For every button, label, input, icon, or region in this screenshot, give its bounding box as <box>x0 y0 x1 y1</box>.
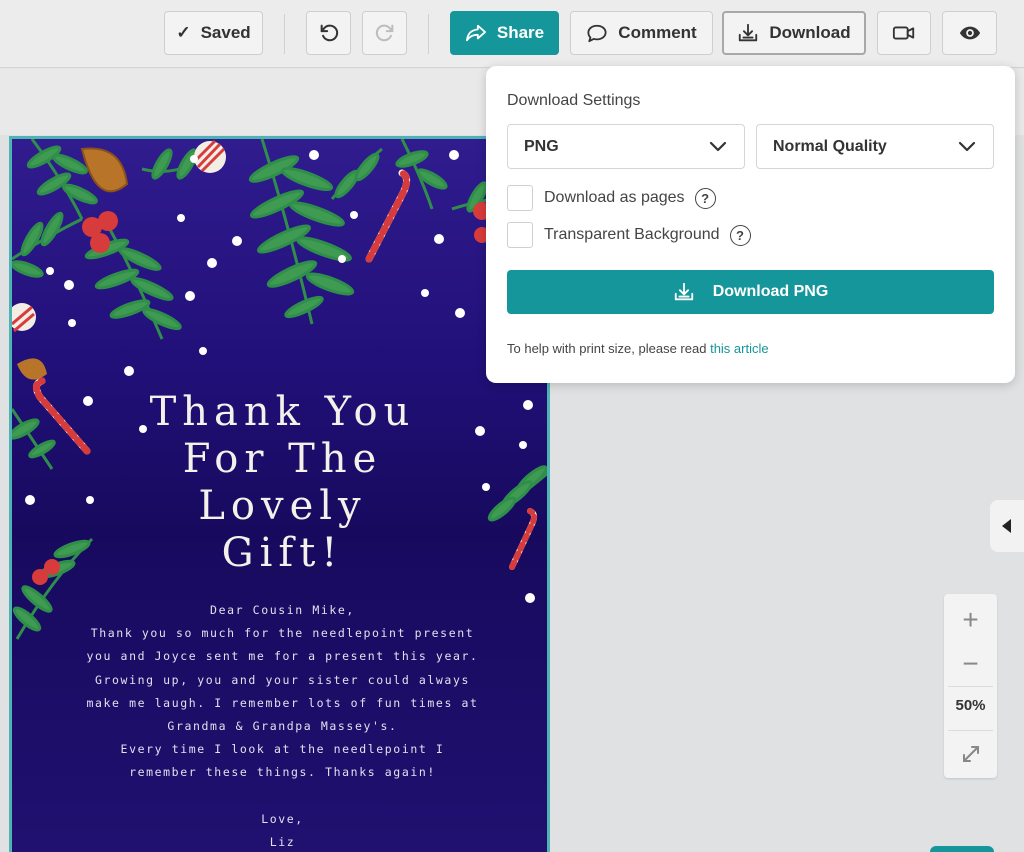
zoom-level[interactable]: 50% <box>944 688 997 722</box>
quality-value: Normal Quality <box>773 137 887 155</box>
comment-label: Comment <box>618 23 697 42</box>
eye-icon <box>959 26 980 40</box>
expand-icon <box>962 746 979 762</box>
card-title-line: Lovely <box>198 483 367 529</box>
card-message: Dear Cousin Mike, Thank you so much for … <box>12 599 547 852</box>
collapse-panel-tab[interactable] <box>990 500 1024 552</box>
transparent-background-checkbox[interactable] <box>507 222 533 248</box>
card-message-line: Dear Cousin Mike, <box>210 603 355 617</box>
card-message-line: Every time I look at the needlepoint I <box>120 742 445 757</box>
saved-button[interactable]: ✓ Saved <box>164 11 263 55</box>
zoom-out-button[interactable]: − <box>944 644 997 684</box>
card-message-line: Growing up, you and your sister could al… <box>94 672 471 687</box>
share-button[interactable]: Share <box>450 11 559 55</box>
download-settings-panel: Download Settings PNG Normal Quality Dow… <box>486 66 1015 383</box>
record-video-button[interactable] <box>877 11 931 55</box>
share-icon <box>465 24 486 42</box>
video-icon <box>892 26 915 40</box>
chevron-down-icon <box>709 141 727 152</box>
card-title-line: Thank You <box>149 389 416 435</box>
download-png-label: Download PNG <box>712 283 829 300</box>
quality-select[interactable]: Normal Quality <box>756 124 994 169</box>
card-message-line <box>12 785 547 808</box>
download-label: Download <box>769 23 851 42</box>
download-button[interactable]: Download <box>722 11 866 55</box>
toolbar-divider <box>284 14 285 54</box>
redo-icon <box>375 24 393 42</box>
undo-icon <box>320 24 338 42</box>
top-toolbar: ✓ Saved Share Comment Download <box>0 0 1024 68</box>
download-png-button[interactable]: Download PNG <box>507 270 994 314</box>
help-bubble[interactable] <box>930 846 994 852</box>
option-download-as-pages: Download as pages ? <box>507 185 716 211</box>
chevron-down-icon <box>958 141 976 152</box>
divider <box>948 686 993 687</box>
help-note-text: To help with print size, please read <box>507 341 707 356</box>
format-value: PNG <box>524 137 559 155</box>
card-message-line: make me laugh. I remember lots of fun ti… <box>86 695 479 710</box>
card-title: Thank You For The Lovely Gift! <box>12 389 547 577</box>
help-article-link[interactable]: this article <box>710 341 769 356</box>
card-message-line: Thank you so much for the needlepoint pr… <box>90 626 475 641</box>
format-select[interactable]: PNG <box>507 124 745 169</box>
minus-icon: − <box>962 648 979 679</box>
share-label: Share <box>496 23 545 42</box>
comment-icon <box>587 24 607 43</box>
print-size-help: To help with print size, please read thi… <box>507 341 769 356</box>
caret-left-icon <box>1002 519 1011 533</box>
card-message-line: remember these things. Thanks again! <box>129 765 436 780</box>
saved-label: Saved <box>200 23 251 42</box>
panel-title: Download Settings <box>507 92 641 109</box>
help-icon[interactable]: ? <box>729 224 751 246</box>
divider <box>948 730 993 731</box>
card-message-line: Love, <box>261 811 304 826</box>
plus-icon: + <box>962 604 979 635</box>
preview-button[interactable] <box>942 11 997 55</box>
zoom-controls: + − 50% <box>944 594 997 778</box>
download-as-pages-checkbox[interactable] <box>507 185 533 211</box>
card-message-line: Grandma & Grandpa Massey's. <box>167 719 398 734</box>
check-icon: ✓ <box>176 23 191 42</box>
comment-button[interactable]: Comment <box>570 11 713 55</box>
fit-screen-button[interactable] <box>944 734 997 774</box>
download-icon <box>739 23 758 42</box>
zoom-in-button[interactable]: + <box>944 600 997 640</box>
card-message-line: Liz <box>269 834 296 849</box>
redo-button[interactable] <box>362 11 407 55</box>
transparent-background-label: Transparent Background <box>544 226 720 243</box>
card-message-line: you and Joyce sent me for a present this… <box>86 649 479 664</box>
download-icon <box>674 282 693 301</box>
design-card[interactable]: Thank You For The Lovely Gift! Dear Cous… <box>9 136 550 852</box>
undo-button[interactable] <box>306 11 351 55</box>
card-title-line: Gift! <box>221 530 344 576</box>
help-icon[interactable]: ? <box>694 187 716 209</box>
option-transparent-background: Transparent Background ? <box>507 222 751 248</box>
toolbar-divider <box>428 14 429 54</box>
card-title-line: For The <box>182 436 383 482</box>
download-as-pages-label: Download as pages <box>544 189 685 206</box>
